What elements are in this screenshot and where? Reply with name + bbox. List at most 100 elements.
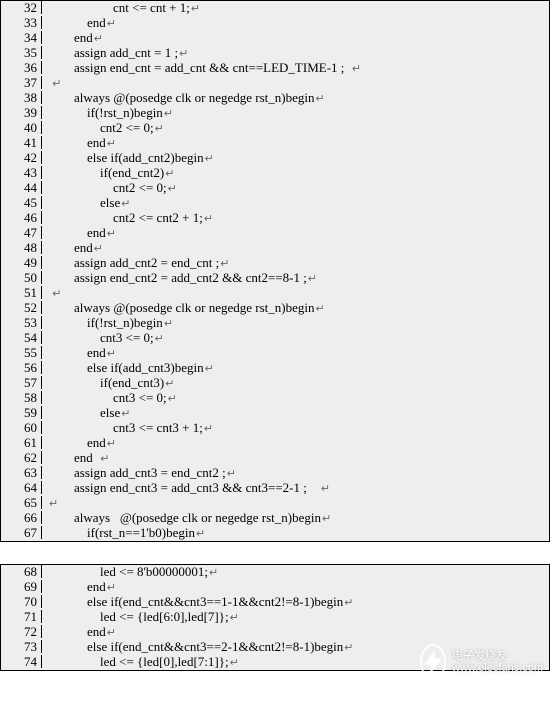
line-number: 47: [1, 226, 42, 239]
pilcrow-icon: ↵: [93, 33, 103, 45]
line-number: 41: [1, 136, 42, 149]
pilcrow-icon: ↵: [320, 483, 330, 495]
code-line: 59 else↵: [1, 406, 549, 421]
line-number: 38: [1, 91, 42, 104]
code-content: assign end_cnt3 = add_cnt3 && cnt3==2-1 …: [42, 481, 330, 495]
code-content: end↵: [42, 136, 116, 150]
code-content: else if(add_cnt2)begin↵: [42, 151, 214, 165]
code-text: cnt3 <= 0;: [48, 330, 154, 345]
code-line: 34 end↵: [1, 31, 549, 46]
code-text: else: [48, 405, 120, 420]
code-line: 38 always @(posedge clk or negedge rst_n…: [1, 91, 549, 106]
panel-gap: [0, 548, 550, 564]
code-text: if(rst_n==1'b0)begin: [48, 525, 195, 540]
code-line: 73 else if(end_cnt&&cnt3==2-1&&cnt2!=8-1…: [1, 640, 549, 655]
code-text: cnt2 <= cnt2 + 1;: [48, 210, 203, 225]
pilcrow-icon: ↵: [226, 468, 236, 480]
code-text: if(!rst_n)begin: [48, 105, 163, 120]
pilcrow-icon: ↵: [203, 213, 213, 225]
code-text: cnt2 <= 0;: [48, 180, 167, 195]
pilcrow-icon: ↵: [307, 273, 317, 285]
code-line: 55 end↵: [1, 346, 549, 361]
code-line: 52 always @(posedge clk or negedge rst_n…: [1, 301, 549, 316]
line-number: 67: [1, 526, 42, 539]
code-text: cnt2 <= 0;: [48, 120, 154, 135]
code-content: ↵: [42, 496, 58, 510]
code-line: 54 cnt3 <= 0;↵: [1, 331, 549, 346]
pilcrow-icon: ↵: [164, 168, 174, 180]
code-text: always @(posedge clk or negedge rst_n)be…: [48, 90, 314, 105]
code-content: cnt2 <= 0;↵: [42, 121, 164, 135]
code-line: 37 ↵: [1, 76, 549, 91]
code-content: assign end_cnt = add_cnt && cnt==LED_TIM…: [42, 61, 361, 75]
code-content: ↵: [42, 76, 61, 90]
code-text: always @(posedge clk or negedge rst_n)be…: [48, 510, 321, 525]
pilcrow-icon: ↵: [219, 258, 229, 270]
code-line: 39 if(!rst_n)begin↵: [1, 106, 549, 121]
pilcrow-icon: ↵: [190, 3, 200, 15]
code-line: 43 if(end_cnt2)↵: [1, 166, 549, 181]
code-content: else if(end_cnt&&cnt3==2-1&&cnt2!=8-1)be…: [42, 640, 354, 654]
line-number: 72: [1, 625, 42, 638]
code-line: 45 else↵: [1, 196, 549, 211]
code-content: led <= {led[0],led[7:1]};↵: [42, 655, 239, 669]
code-content: led <= {led[6:0],led[7]};↵: [42, 610, 239, 624]
code-text: else if(add_cnt3)begin: [48, 360, 204, 375]
line-number: 64: [1, 481, 42, 494]
pilcrow-icon: ↵: [343, 597, 353, 609]
code-line: 69 end↵: [1, 580, 549, 595]
code-content: cnt2 <= cnt2 + 1;↵: [42, 211, 213, 225]
code-text: end: [48, 30, 93, 45]
code-text: else if(end_cnt&&cnt3==1-1&&cnt2!=8-1)be…: [48, 594, 343, 609]
code-text: if(end_cnt3): [48, 375, 164, 390]
pilcrow-icon: ↵: [106, 438, 116, 450]
pilcrow-icon: ↵: [51, 288, 61, 300]
code-text: assign end_cnt2 = add_cnt2 && cnt2==8-1 …: [48, 270, 307, 285]
pilcrow-icon: ↵: [204, 363, 214, 375]
code-line: 67 if(rst_n==1'b0)begin↵: [1, 526, 549, 541]
code-line: 57 if(end_cnt3)↵: [1, 376, 549, 391]
code-content: end ↵: [42, 451, 110, 465]
code-line: 42 else if(add_cnt2)begin↵: [1, 151, 549, 166]
pilcrow-icon: ↵: [48, 498, 58, 510]
code-text: end: [48, 435, 106, 450]
code-content: led <= 8'b00000001;↵: [42, 565, 218, 579]
code-panel: 68 led <= 8'b00000001;↵69 end↵70 else if…: [0, 564, 550, 671]
code-text: end: [48, 15, 106, 30]
line-number: 51: [1, 286, 42, 299]
line-number: 37: [1, 76, 42, 89]
pilcrow-icon: ↵: [93, 243, 103, 255]
line-number: 34: [1, 31, 42, 44]
line-number: 66: [1, 511, 42, 524]
code-content: cnt <= cnt + 1;↵: [42, 1, 200, 15]
pilcrow-icon: ↵: [106, 138, 116, 150]
code-text: led <= {led[0],led[7:1]};: [48, 654, 229, 669]
code-content: assign end_cnt2 = add_cnt2 && cnt2==8-1 …: [42, 271, 317, 285]
line-number: 39: [1, 106, 42, 119]
code-content: ↵: [42, 286, 61, 300]
line-number: 73: [1, 640, 42, 653]
pilcrow-icon: ↵: [314, 93, 324, 105]
code-line: 49 assign add_cnt2 = end_cnt ;↵: [1, 256, 549, 271]
pilcrow-icon: ↵: [51, 78, 61, 90]
pilcrow-icon: ↵: [120, 408, 130, 420]
line-number: 62: [1, 451, 42, 464]
pilcrow-icon: ↵: [203, 423, 213, 435]
code-text: end: [48, 624, 106, 639]
pilcrow-icon: ↵: [208, 567, 218, 579]
code-line: 56 else if(add_cnt3)begin↵: [1, 361, 549, 376]
code-text: end: [48, 579, 106, 594]
code-line: 48 end↵: [1, 241, 549, 256]
pilcrow-icon: ↵: [163, 318, 173, 330]
code-text: end: [48, 345, 106, 360]
code-content: end↵: [42, 16, 116, 30]
code-line: 68 led <= 8'b00000001;↵: [1, 565, 549, 580]
code-text: always @(posedge clk or negedge rst_n)be…: [48, 300, 314, 315]
pilcrow-icon: ↵: [229, 657, 239, 669]
line-number: 70: [1, 595, 42, 608]
code-line: 71 led <= {led[6:0],led[7]};↵: [1, 610, 549, 625]
line-number: 54: [1, 331, 42, 344]
code-panel: 32 cnt <= cnt + 1;↵33 end↵34 end↵35 assi…: [0, 0, 550, 542]
code-line: 70 else if(end_cnt&&cnt3==1-1&&cnt2!=8-1…: [1, 595, 549, 610]
line-number: 36: [1, 61, 42, 74]
